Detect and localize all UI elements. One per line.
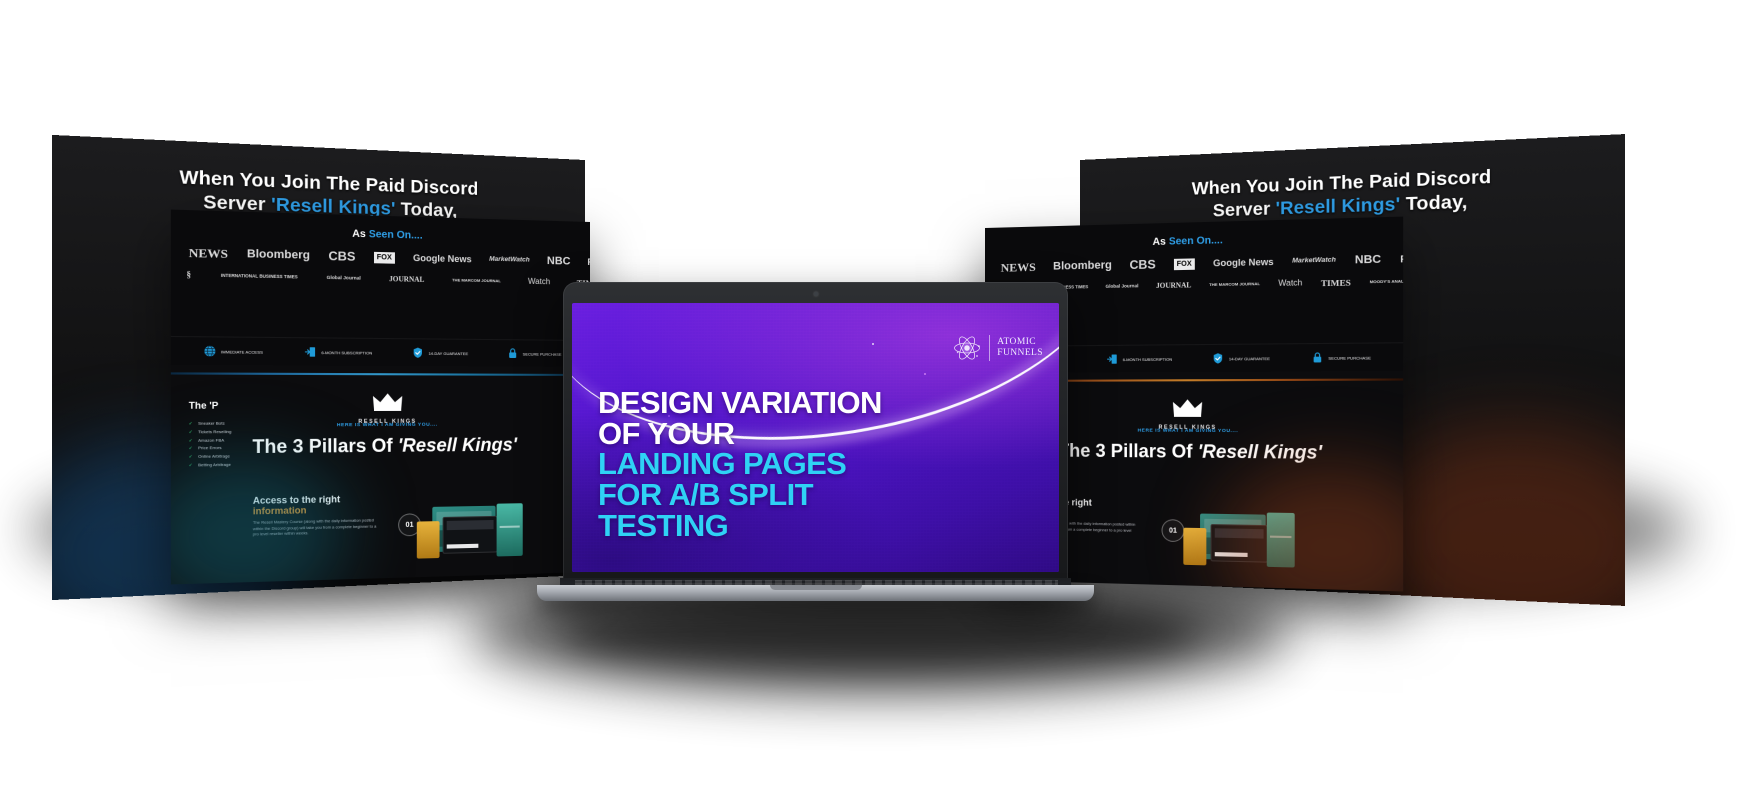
benefit-item: ✓ Betting Arbitrage (188, 461, 231, 468)
press-logo: INTERNATIONAL BUSINESS TIMES (220, 272, 298, 280)
press-logo: PBS (587, 256, 590, 267)
webcam-icon (813, 292, 818, 296)
logo-divider (989, 335, 991, 361)
press-logo: Bloomberg (1053, 258, 1112, 273)
press-logo: MarketWatch (1292, 256, 1336, 265)
press-logo: Google News (1213, 256, 1274, 268)
press-logo: CBS (1129, 257, 1156, 273)
press-logo: THE MARCOM JOURNAL (452, 277, 501, 284)
laptop-screen: ATOMIC FUNNELS DESIGN VARIATION OF YOUR … (572, 303, 1059, 572)
hero-mockup-scene: When You Join The Paid Discord Server 'R… (0, 0, 1750, 800)
check-icon: ✓ (188, 428, 193, 435)
crown-icon (372, 393, 403, 411)
door-exit-icon (1106, 354, 1118, 364)
press-logo: § (186, 270, 191, 280)
press-logo: Watch (1278, 278, 1303, 289)
press-logo: Bloomberg (246, 247, 310, 262)
laptop-base (537, 585, 1094, 601)
trust-badge: SECURE PURCHASE (1311, 351, 1371, 364)
headline-line-2: OF YOUR (598, 415, 735, 451)
pillars-heading-left: The 3 Pillars Of 'Resell Kings' (252, 434, 518, 458)
benefits-list-left: ✓ Sneaker Bots ✓ Tickets Reselling ✓ Amazon… (189, 419, 232, 469)
press-logo: Google News (412, 252, 472, 264)
press-logo: FOX (1173, 257, 1195, 270)
promo-card-mint-left (496, 503, 523, 557)
brand-line-2: FUNNELS (997, 348, 1043, 358)
landing-page-preview-left: As Seen On.... NEWS Bloomberg CBS FOX Go… (170, 209, 590, 585)
headline-line-5: TESTING (598, 507, 729, 543)
crown-icon (1172, 399, 1203, 417)
check-icon: ✓ (188, 445, 193, 451)
as-seen-on-bar-left: As Seen On.... NEWS Bloomberg CBS FOX Go… (170, 209, 590, 343)
check-icon: ✓ (188, 462, 193, 468)
lock-icon (507, 347, 519, 359)
feature-title-2: information (252, 504, 307, 517)
press-logo: TIMES (1320, 277, 1351, 289)
press-logo: JOURNAL (1156, 280, 1192, 290)
feature-number-right: 01 (1161, 519, 1185, 543)
trust-badge: 14-DAY GUARANTEE (412, 347, 468, 360)
headline-accent: 'Resell Kings' (1275, 193, 1401, 219)
press-logo: MOODY'S ANALYTICS (1369, 278, 1404, 285)
feature-body: The Resell Mastery Course (along with th… (252, 518, 377, 537)
trust-badge: 6-MONTH SUBSCRIPTION (304, 346, 372, 359)
headline-line-1: DESIGN VARIATION (598, 385, 882, 420)
press-logo: Global Journal (1105, 283, 1139, 289)
globe-icon (203, 345, 216, 358)
headline-line-3: LANDING PAGES (598, 446, 847, 482)
brand-line-1: ATOMIC (997, 337, 1037, 348)
headline-line-4: FOR A/B SPLIT (598, 477, 814, 513)
lock-icon (1311, 351, 1324, 363)
press-logo: MarketWatch (489, 255, 530, 264)
check-icon: ✓ (188, 437, 193, 443)
spark (872, 343, 874, 345)
press-logo: CBS (328, 248, 356, 264)
check-icon: ✓ (188, 420, 193, 426)
trust-badge: SECURE PURCHASE (507, 347, 561, 360)
trust-badge: 6-MONTH SUBSCRIPTION (1106, 353, 1172, 366)
atom-icon (954, 336, 981, 360)
press-logo: NEWS (188, 245, 228, 262)
atomic-funnels-wordmark: ATOMIC FUNNELS (997, 337, 1043, 358)
back-board-right-headline: When You Join The Paid Discord Server 'R… (1105, 160, 1593, 226)
press-logo: FOX (373, 251, 395, 264)
press-logo: NEWS (1000, 259, 1036, 275)
feature-block-left: Access to the right information The Rese… (253, 493, 382, 538)
check-icon: ✓ (188, 453, 193, 460)
benefit-item: ✓ Tickets Reselling (188, 428, 232, 435)
trust-badge: 14-DAY GUARANTEE (1212, 352, 1270, 365)
slide-headline: DESIGN VARIATION OF YOUR LANDING PAGES F… (598, 385, 1028, 543)
press-logo: Watch (527, 276, 551, 287)
benefits-heading-left: The 'P (189, 400, 219, 411)
door-exit-icon (304, 347, 316, 357)
trust-badge: IMMEDIATE ACCESS (203, 345, 263, 358)
press-logo: Global Journal (326, 274, 361, 281)
promo-card-mint-right (1266, 512, 1295, 568)
shield-check-icon (414, 347, 423, 358)
laptop-base-notch (769, 585, 862, 590)
press-logo: JOURNAL (389, 274, 425, 284)
press-logo: NBC (1354, 252, 1382, 266)
trust-badge-bar-left: IMMEDIATE ACCESS 6-MONTH SUBSCRIPTION 14… (170, 335, 590, 367)
benefit-item: ✓ Amazon FBA (188, 436, 225, 443)
press-logo: THE MARCOM JOURNAL (1209, 281, 1261, 288)
promo-card-dark-right (1210, 524, 1268, 563)
atomic-funnels-logo: ATOMIC FUNNELS (952, 333, 1043, 363)
promo-card-gold-right (1183, 527, 1207, 566)
laptop-mockup: ATOMIC FUNNELS DESIGN VARIATION OF YOUR … (537, 282, 1094, 622)
shield-check-icon (1214, 353, 1223, 364)
laptop-lid: ATOMIC FUNNELS DESIGN VARIATION OF YOUR … (560, 282, 1071, 592)
benefit-item: ✓ Sneaker Bots (188, 420, 225, 426)
promo-card-gold-left (416, 521, 440, 559)
resell-kings-brand-left: RESELL KINGS (171, 392, 590, 426)
press-logo: NBC (546, 254, 571, 268)
spark (924, 373, 926, 375)
press-logo: PBS (1400, 252, 1404, 265)
promo-card-dark-left (442, 515, 498, 554)
benefits-title: The 'P (188, 400, 219, 411)
